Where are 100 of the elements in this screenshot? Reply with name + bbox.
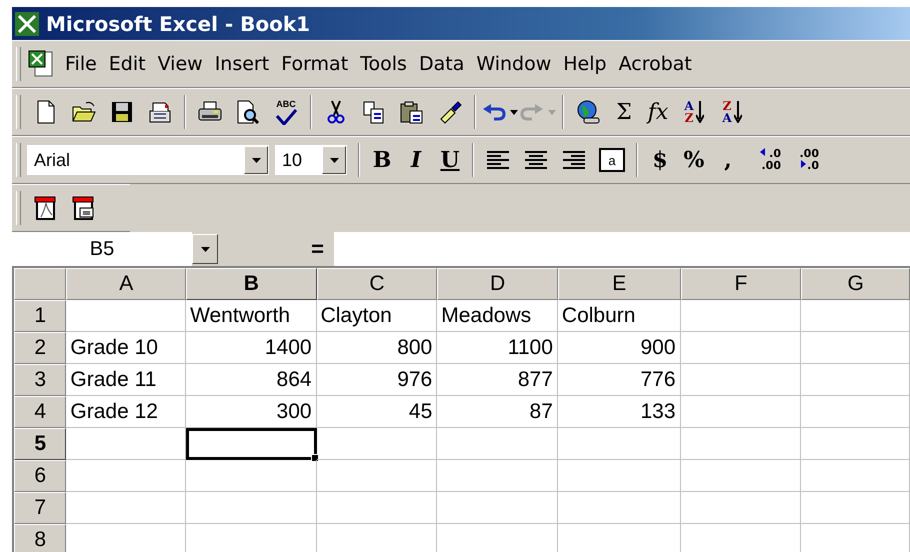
- toolbar-button[interactable]: ,: [713, 143, 743, 177]
- decimal-button[interactable]: .0 .00: [747, 143, 781, 177]
- name-box-dropdown[interactable]: [192, 234, 218, 264]
- menu-item[interactable]: View: [152, 49, 209, 79]
- table-cell[interactable]: [801, 492, 910, 524]
- row-header[interactable]: 3: [14, 364, 66, 396]
- table-cell[interactable]: Meadows: [437, 300, 558, 332]
- name-box[interactable]: B5: [12, 232, 192, 266]
- table-cell[interactable]: 1100: [437, 332, 558, 364]
- table-cell[interactable]: Colburn: [558, 300, 681, 332]
- table-cell[interactable]: [437, 492, 558, 524]
- font-size-dropdown[interactable]: 10: [275, 145, 347, 175]
- menu-item[interactable]: Acrobat: [612, 49, 698, 79]
- column-header[interactable]: F: [680, 268, 802, 300]
- menu-item[interactable]: File: [59, 49, 103, 79]
- table-cell[interactable]: [801, 300, 910, 332]
- table-cell[interactable]: [801, 428, 910, 460]
- table-cell[interactable]: [801, 364, 910, 396]
- sort-button[interactable]: Z A: [715, 95, 749, 129]
- column-header[interactable]: C: [316, 268, 438, 300]
- table-cell[interactable]: [558, 492, 681, 524]
- table-cell[interactable]: [680, 300, 802, 332]
- workbook-icon: [27, 49, 55, 79]
- caret-icon: [252, 158, 260, 162]
- menu-item[interactable]: Help: [557, 49, 613, 79]
- menu-item[interactable]: Edit: [102, 49, 152, 79]
- table-cell[interactable]: Grade 10: [66, 332, 186, 364]
- table-cell[interactable]: [801, 396, 910, 428]
- decimal-button[interactable]: .00 .0: [785, 143, 819, 177]
- table-cell[interactable]: [316, 492, 438, 524]
- formula-input[interactable]: [334, 232, 910, 266]
- column-header[interactable]: B: [186, 268, 317, 300]
- table-cell[interactable]: [558, 428, 681, 460]
- table-cell[interactable]: [66, 460, 186, 492]
- table-cell[interactable]: 1400: [186, 332, 317, 364]
- toolbar-button[interactable]: U: [435, 143, 465, 177]
- table-cell[interactable]: 300: [186, 396, 317, 428]
- row-header[interactable]: 6: [14, 460, 66, 492]
- clipboard-icon: [399, 99, 425, 125]
- table-cell[interactable]: [680, 396, 802, 428]
- table-cell[interactable]: 800: [316, 332, 438, 364]
- toolbar-button[interactable]: %: [679, 143, 709, 177]
- table-cell[interactable]: [316, 460, 438, 492]
- active-cell[interactable]: [186, 428, 317, 460]
- table-cell[interactable]: [437, 460, 558, 492]
- sort-button[interactable]: A Z: [677, 95, 711, 129]
- table-cell[interactable]: [680, 364, 802, 396]
- table-cell[interactable]: [66, 300, 186, 332]
- row-header[interactable]: 2: [14, 332, 66, 364]
- column-header[interactable]: D: [437, 268, 558, 300]
- edit-formula-button[interactable]: =: [222, 235, 334, 263]
- row-header[interactable]: 7: [14, 492, 66, 524]
- toolbar-button[interactable]: I: [401, 143, 431, 177]
- table-cell[interactable]: [316, 428, 438, 460]
- column-header[interactable]: A: [66, 268, 186, 300]
- table-cell[interactable]: 864: [186, 364, 317, 396]
- table-cell[interactable]: 776: [558, 364, 681, 396]
- row-header[interactable]: 8: [14, 524, 66, 552]
- table-cell[interactable]: 877: [437, 364, 558, 396]
- select-all-button[interactable]: [14, 268, 66, 300]
- table-cell[interactable]: 45: [316, 396, 438, 428]
- table-cell[interactable]: [680, 332, 802, 364]
- row-header[interactable]: 4: [14, 396, 66, 428]
- table-cell[interactable]: 87: [437, 396, 558, 428]
- table-cell[interactable]: [66, 428, 186, 460]
- spreadsheet-logo-icon: [14, 10, 40, 36]
- down-arrow-icon: [734, 101, 742, 123]
- table-cell[interactable]: 133: [558, 396, 681, 428]
- menu-item[interactable]: Window: [470, 49, 558, 79]
- menu-item[interactable]: Format: [275, 49, 354, 79]
- menu-item[interactable]: Data: [412, 49, 470, 79]
- menu-item[interactable]: Insert: [208, 49, 276, 79]
- column-header[interactable]: G: [801, 268, 910, 300]
- table-cell[interactable]: Grade 12: [66, 396, 186, 428]
- toolbar-button[interactable]: Σ: [609, 95, 639, 129]
- table-cell[interactable]: [801, 332, 910, 364]
- table-cell[interactable]: [186, 460, 317, 492]
- table-cell[interactable]: [680, 460, 802, 492]
- table-cell[interactable]: 976: [316, 364, 438, 396]
- toolbar-button[interactable]: $: [645, 143, 675, 177]
- toolbar-button[interactable]: ABC: [269, 95, 303, 129]
- table-cell[interactable]: 900: [558, 332, 681, 364]
- font-name-dropdown[interactable]: Arial: [27, 145, 269, 175]
- toolbar-button[interactable]: fx: [643, 95, 673, 129]
- table-cell[interactable]: [680, 492, 802, 524]
- column-header[interactable]: E: [558, 268, 681, 300]
- row-header[interactable]: 5: [14, 428, 66, 460]
- table-cell[interactable]: [680, 428, 802, 460]
- toolbar-button[interactable]: B: [367, 143, 397, 177]
- table-cell[interactable]: [558, 460, 681, 492]
- table-cell[interactable]: [801, 460, 910, 492]
- table-cell[interactable]: Grade 11: [66, 364, 186, 396]
- table-cell[interactable]: [66, 492, 186, 524]
- caret-icon: [200, 246, 210, 252]
- table-cell[interactable]: [437, 428, 558, 460]
- table-cell[interactable]: Clayton: [316, 300, 438, 332]
- menu-item[interactable]: Tools: [354, 49, 413, 79]
- table-cell[interactable]: Wentworth: [186, 300, 317, 332]
- table-cell[interactable]: [186, 492, 317, 524]
- row-header[interactable]: 1: [14, 300, 66, 332]
